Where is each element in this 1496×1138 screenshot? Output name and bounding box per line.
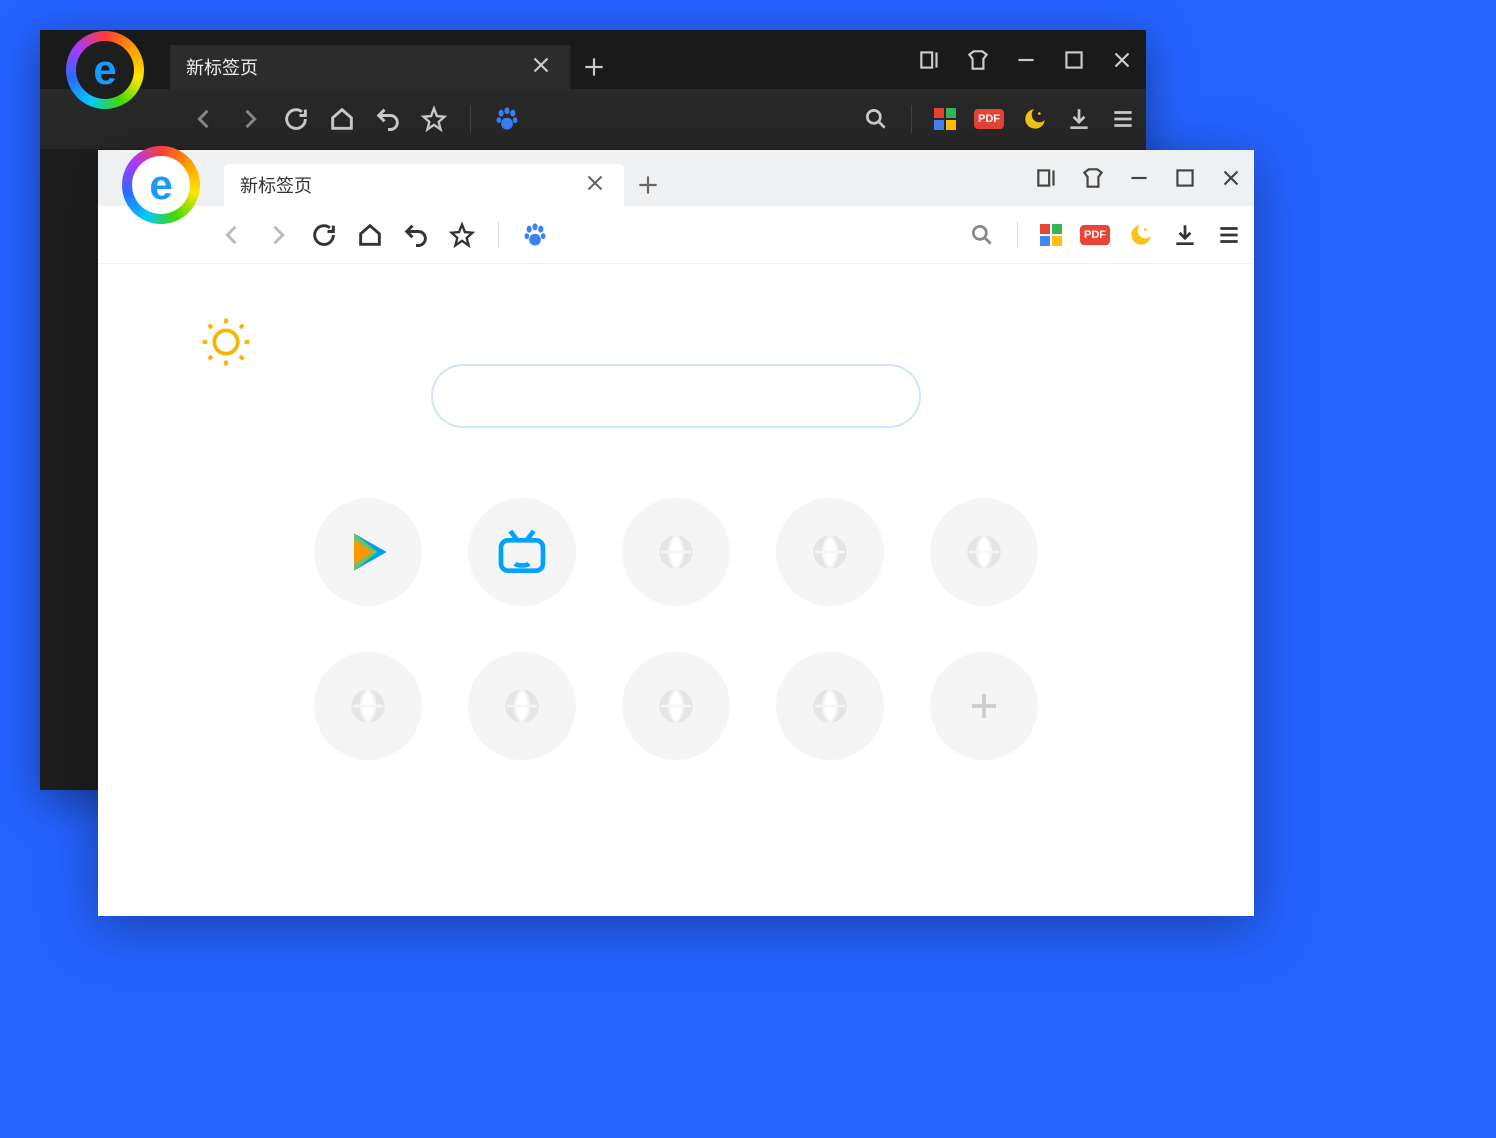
titlebar: e 新标签页 bbox=[98, 150, 1254, 206]
nav-forward-icon[interactable] bbox=[264, 221, 292, 249]
app-logo: e bbox=[98, 132, 224, 224]
tab-title: 新标签页 bbox=[240, 172, 312, 198]
tile-empty[interactable] bbox=[314, 652, 422, 760]
baidu-paw-icon[interactable] bbox=[493, 105, 521, 133]
search-icon[interactable] bbox=[969, 222, 995, 248]
titlebar: e 新标签页 bbox=[40, 30, 1146, 89]
nav-forward-icon[interactable] bbox=[236, 105, 264, 133]
baidu-paw-icon[interactable] bbox=[521, 221, 549, 249]
tab-title: 新标签页 bbox=[186, 54, 258, 80]
download-icon[interactable] bbox=[1172, 222, 1198, 248]
toolbar: PDF bbox=[98, 206, 1254, 264]
nav-back-icon[interactable] bbox=[190, 105, 218, 133]
bookmark-icon[interactable] bbox=[420, 105, 448, 133]
tile-empty[interactable] bbox=[622, 498, 730, 606]
tile-empty[interactable] bbox=[776, 498, 884, 606]
window-controls bbox=[1024, 150, 1254, 206]
minimize-icon[interactable] bbox=[1116, 165, 1162, 191]
toolbar-right: PDF bbox=[969, 222, 1242, 248]
search-input[interactable] bbox=[431, 364, 921, 428]
download-icon[interactable] bbox=[1066, 106, 1092, 132]
undo-icon[interactable] bbox=[402, 221, 430, 249]
tab-active[interactable]: 新标签页 bbox=[224, 164, 624, 206]
pdf-icon[interactable]: PDF bbox=[1080, 225, 1110, 245]
tile-tencent-video[interactable] bbox=[314, 498, 422, 606]
tab-close-icon[interactable] bbox=[528, 52, 554, 83]
weather-sun-icon[interactable] bbox=[198, 314, 254, 375]
apps-grid-icon[interactable] bbox=[934, 108, 956, 130]
close-window-icon[interactable] bbox=[1098, 47, 1146, 73]
skin-icon[interactable] bbox=[1070, 165, 1116, 191]
maximize-icon[interactable] bbox=[1162, 165, 1208, 191]
apps-grid-icon[interactable] bbox=[1040, 224, 1062, 246]
toolbar-right: PDF bbox=[863, 105, 1136, 133]
tabs-area: 新标签页 bbox=[170, 30, 906, 89]
tab-active[interactable]: 新标签页 bbox=[170, 45, 570, 89]
tile-bilibili[interactable] bbox=[468, 498, 576, 606]
close-window-icon[interactable] bbox=[1208, 165, 1254, 191]
menu-icon[interactable] bbox=[1216, 222, 1242, 248]
pdf-icon[interactable]: PDF bbox=[974, 109, 1004, 129]
reload-icon[interactable] bbox=[282, 105, 310, 133]
undo-icon[interactable] bbox=[374, 105, 402, 133]
tile-empty[interactable] bbox=[776, 652, 884, 760]
new-tab-button[interactable] bbox=[570, 45, 618, 89]
nav-back-icon[interactable] bbox=[218, 221, 246, 249]
home-icon[interactable] bbox=[356, 221, 384, 249]
separator bbox=[470, 105, 471, 133]
new-tab-button[interactable] bbox=[624, 164, 672, 206]
tile-empty[interactable] bbox=[930, 498, 1038, 606]
browser-window-light: e 新标签页 bbox=[98, 150, 1254, 916]
tile-add[interactable] bbox=[930, 652, 1038, 760]
separator bbox=[1017, 222, 1018, 248]
window-controls bbox=[906, 30, 1146, 89]
maximize-icon[interactable] bbox=[1050, 47, 1098, 73]
tile-empty[interactable] bbox=[622, 652, 730, 760]
night-mode-icon[interactable] bbox=[1022, 106, 1048, 132]
home-icon[interactable] bbox=[328, 105, 356, 133]
minimize-icon[interactable] bbox=[1002, 47, 1050, 73]
tile-empty[interactable] bbox=[468, 652, 576, 760]
reload-icon[interactable] bbox=[310, 221, 338, 249]
bookmark-icon[interactable] bbox=[448, 221, 476, 249]
separator bbox=[911, 105, 912, 133]
skin-icon[interactable] bbox=[954, 47, 1002, 73]
search-icon[interactable] bbox=[863, 106, 889, 132]
tabs-area: 新标签页 bbox=[224, 150, 1024, 206]
separator bbox=[498, 222, 499, 248]
menu-icon[interactable] bbox=[1110, 106, 1136, 132]
speed-dial-grid bbox=[178, 498, 1174, 760]
multitab-icon[interactable] bbox=[906, 47, 954, 73]
app-logo: e bbox=[40, 11, 170, 109]
tab-close-icon[interactable] bbox=[582, 170, 608, 201]
multitab-icon[interactable] bbox=[1024, 165, 1070, 191]
night-mode-icon[interactable] bbox=[1128, 222, 1154, 248]
new-tab-content bbox=[98, 264, 1254, 800]
